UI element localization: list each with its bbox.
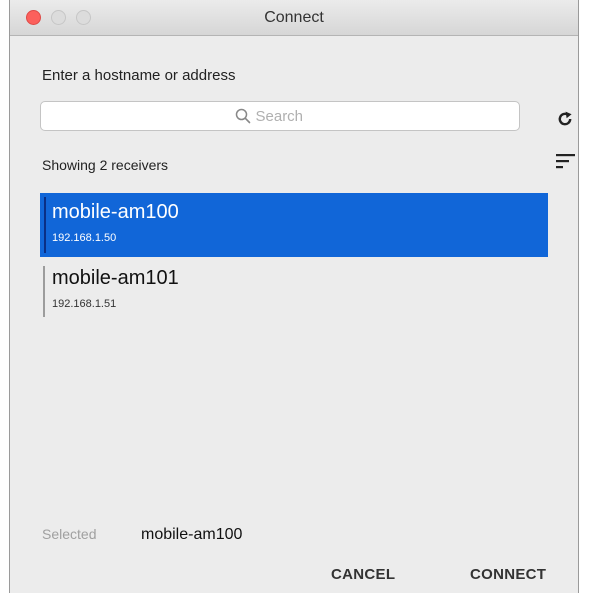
search-icon <box>235 108 251 124</box>
sort-icon[interactable] <box>556 152 576 170</box>
title-bar[interactable]: Connect <box>10 0 578 36</box>
receiver-address: 192.168.1.50 <box>52 232 117 244</box>
selected-value: mobile-am100 <box>141 526 243 543</box>
receiver-name: mobile-am101 <box>52 267 179 289</box>
cancel-button[interactable]: CANCEL <box>331 566 395 583</box>
connect-button[interactable]: CONNECT <box>470 566 546 583</box>
search-input[interactable] <box>255 107 326 125</box>
window-title: Connect <box>264 9 324 26</box>
receiver-list-item[interactable]: mobile-am101 192.168.1.51 <box>40 259 548 323</box>
search-box[interactable] <box>40 101 520 131</box>
item-indicator <box>44 197 46 253</box>
connect-dialog: Connect Enter a hostname or address Show… <box>9 0 579 593</box>
item-indicator <box>43 266 45 317</box>
selected-label: Selected <box>42 526 97 542</box>
receiver-list-item[interactable]: mobile-am100 192.168.1.50 <box>40 193 548 257</box>
hostname-prompt: Enter a hostname or address <box>42 67 236 84</box>
receiver-count: Showing 2 receivers <box>42 157 169 173</box>
receiver-name: mobile-am100 <box>52 201 179 223</box>
receiver-list: mobile-am100 192.168.1.50 mobile-am101 1… <box>40 193 548 325</box>
refresh-icon[interactable] <box>556 110 574 128</box>
receiver-address: 192.168.1.51 <box>52 298 117 310</box>
